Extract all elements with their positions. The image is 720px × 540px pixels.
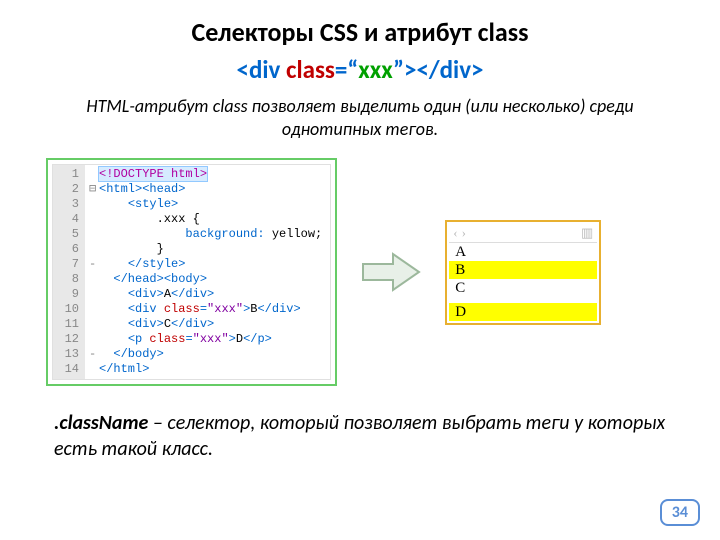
line-number: 10 (59, 302, 79, 317)
chevron-left-icon: ‹ (453, 225, 457, 241)
line-number-gutter: 1234567891011121314 (53, 165, 85, 379)
code-lines: <!DOCTYPE html> ⊟<html><head> <style> .x… (85, 165, 330, 379)
code-frag: <div (237, 54, 287, 85)
preview-line: D (449, 303, 597, 321)
code-frag: </div> (416, 54, 483, 85)
preview-line: B (449, 261, 597, 279)
line-number: 11 (59, 317, 79, 332)
stack-icon: ▥ (581, 225, 593, 241)
line-number: 4 (59, 212, 79, 227)
code-editor-panel: 1234567891011121314 <!DOCTYPE html> ⊟<ht… (46, 158, 337, 386)
line-number: 6 (59, 242, 79, 257)
code-frag: ”> (393, 54, 416, 85)
line-number: 7 (59, 257, 79, 272)
code-frag: xxx (358, 54, 393, 85)
footer-note: .className – селектор, который позволяет… (54, 410, 666, 462)
browser-preview-panel: ‹ › ▥ ABCD (445, 220, 601, 325)
preview-toolbar: ‹ › ▥ (449, 224, 597, 243)
note-strong: .className (54, 411, 148, 435)
line-number: 1 (59, 167, 79, 182)
line-number: 8 (59, 272, 79, 287)
line-number: 9 (59, 287, 79, 302)
line-number: 14 (59, 362, 79, 377)
preview-line: C (449, 279, 597, 297)
page-number: 34 (660, 499, 700, 526)
code-frag: class (286, 54, 335, 85)
arrow-icon (359, 248, 423, 296)
code-frag: =“ (335, 54, 358, 85)
line-number: 13 (59, 347, 79, 362)
slide-title: Селекторы CSS и атрибут class (30, 16, 690, 48)
line-number: 5 (59, 227, 79, 242)
line-number: 2 (59, 182, 79, 197)
example-row: 1234567891011121314 <!DOCTYPE html> ⊟<ht… (46, 158, 674, 386)
chevron-right-icon: › (462, 225, 466, 241)
preview-body: ABCD (449, 243, 597, 321)
preview-line: A (449, 243, 597, 261)
line-number: 3 (59, 197, 79, 212)
intro-text: HTML-атрибут class позволяет выделить од… (70, 95, 650, 140)
line-number: 12 (59, 332, 79, 347)
slide-code-example: <div class=“xxx”></div> (30, 54, 690, 85)
